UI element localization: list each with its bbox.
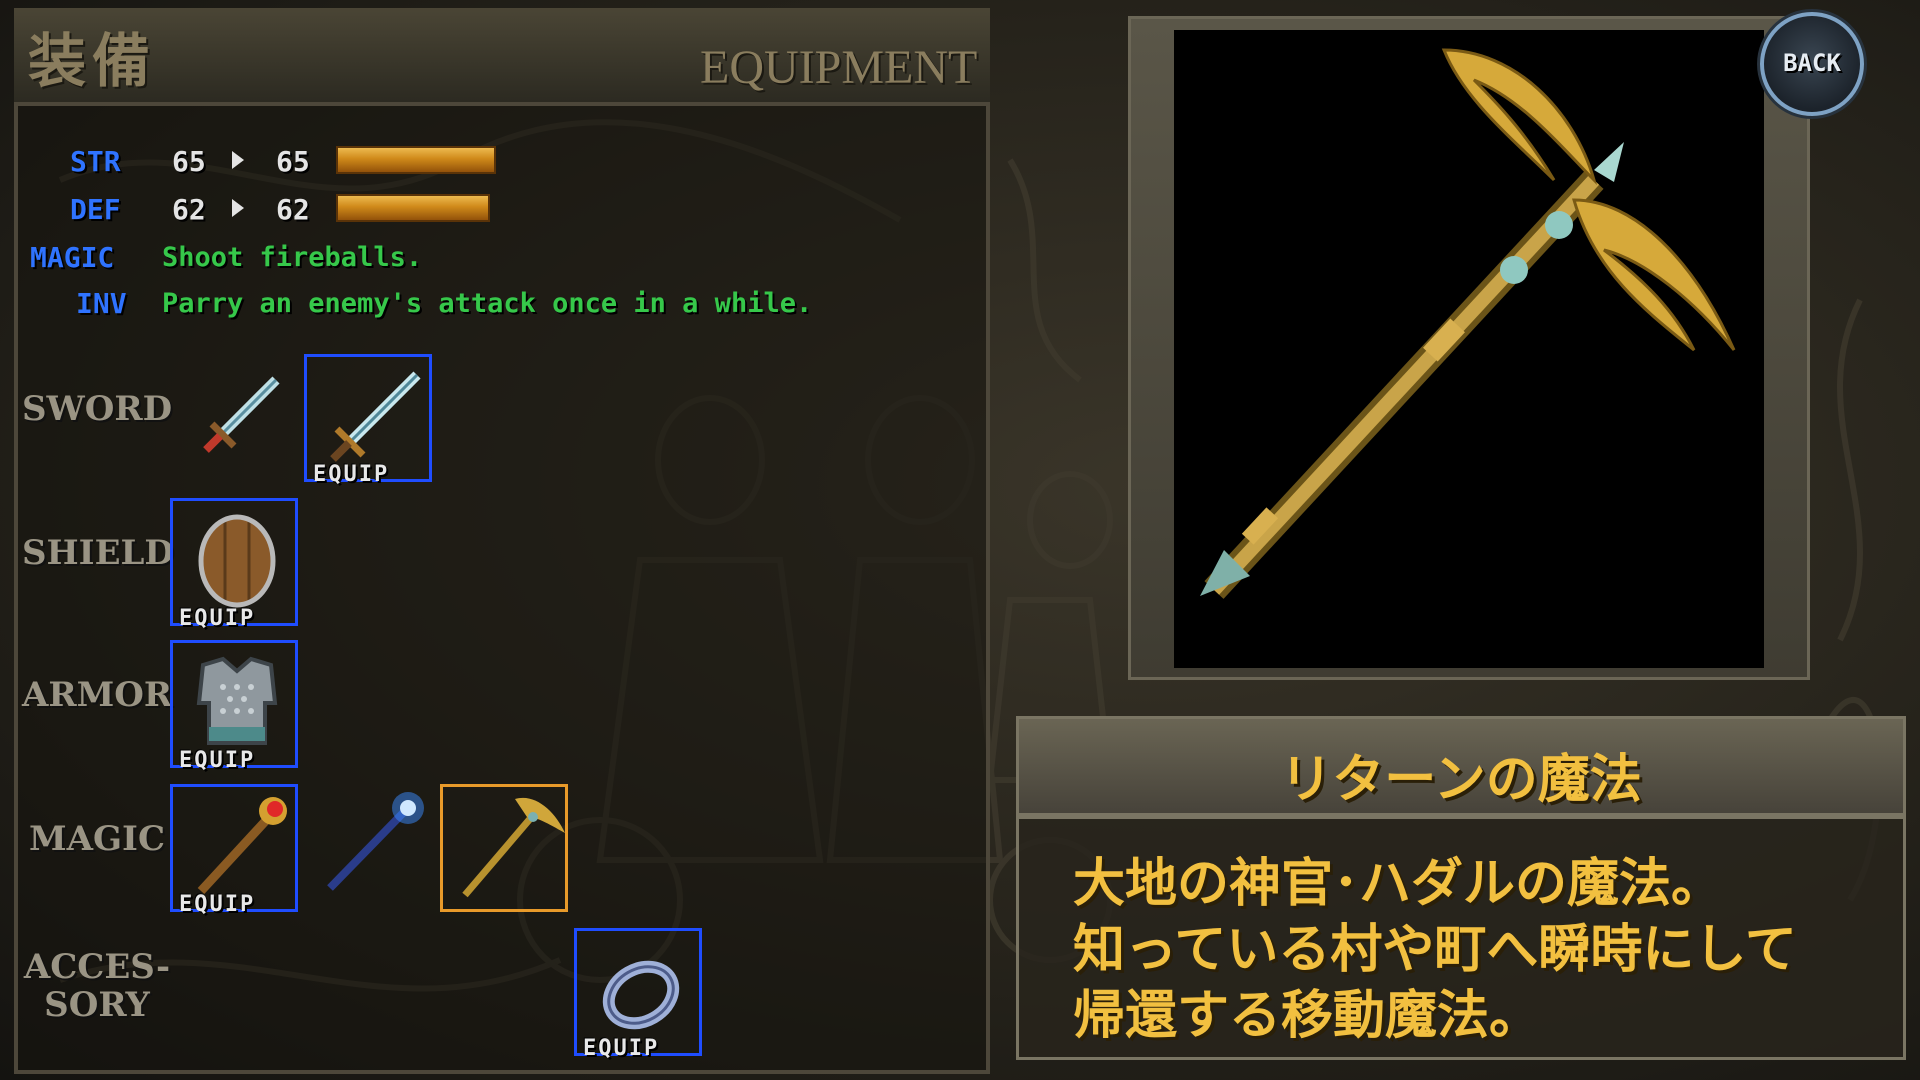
short-sword-icon: [203, 376, 280, 453]
inv-description: Parry an enemy's attack once in a while.: [162, 288, 813, 319]
category-sword: SWORD: [22, 389, 173, 429]
item-description-line: 大地の神官･ハダルの魔法。: [1073, 854, 1724, 914]
back-button[interactable]: BACK: [1760, 12, 1864, 116]
def-next: 62: [276, 193, 310, 226]
magic-label: MAGIC: [30, 241, 115, 274]
item-viewer: [1174, 30, 1764, 668]
str-next: 65: [276, 145, 310, 178]
wooden-shield-slot[interactable]: EQUIP: [170, 498, 298, 631]
category-accessory-line1: ACCES-: [23, 947, 171, 987]
chain-mail-slot[interactable]: EQUIP: [170, 640, 298, 773]
def-arrow-icon: [232, 199, 244, 217]
blue-crystal-rod-icon: [327, 792, 424, 891]
def-label: DEF: [70, 193, 121, 226]
item-name-bar: リターンの魔法: [1016, 716, 1906, 816]
equip-tag: EQUIP: [583, 1036, 660, 1061]
inv-label: INV: [76, 287, 127, 320]
magic-description: Shoot fireballs.: [162, 242, 423, 273]
item-description-box: 大地の神官･ハダルの魔法。 知っている村や町へ瞬時にして 帰還する移動魔法。: [1016, 816, 1906, 1060]
category-shield: SHIELD: [22, 533, 174, 573]
silver-ring-slot[interactable]: EQUIP: [574, 928, 702, 1061]
winged-staff-slot[interactable]: [440, 784, 568, 912]
equip-tag: EQUIP: [179, 748, 256, 773]
winged-staff-large-icon: [1200, 48, 1736, 599]
category-accessory-line2: SORY: [44, 985, 150, 1025]
long-sword-slot[interactable]: EQUIP: [304, 354, 432, 487]
page-title-en: EQUIPMENT: [700, 41, 978, 94]
def-current: 62: [172, 193, 206, 226]
str-arrow-icon: [232, 151, 244, 169]
str-bar: [336, 146, 496, 174]
category-armor: ARMOR: [22, 675, 173, 715]
equip-tag: EQUIP: [179, 892, 256, 917]
short-sword-slot[interactable]: [176, 354, 304, 482]
item-name: リターンの魔法: [1280, 750, 1642, 810]
str-current: 65: [172, 145, 206, 178]
fire-rod-slot[interactable]: EQUIP: [170, 784, 298, 917]
item-description-line: 知っている村や町へ瞬時にして: [1073, 920, 1797, 980]
category-magic: MAGIC: [28, 819, 166, 859]
category-accessory: ACCES- SORY: [22, 948, 172, 1024]
page-title-jp: 装備: [28, 27, 157, 95]
equip-tag: EQUIP: [179, 606, 256, 631]
winged-staff-icon: [462, 797, 565, 898]
blue-crystal-rod-slot[interactable]: [304, 784, 432, 912]
back-button-label: BACK: [1783, 49, 1841, 77]
item-description-line: 帰還する移動魔法。: [1073, 986, 1542, 1046]
equip-tag: EQUIP: [313, 462, 390, 487]
def-bar: [336, 194, 490, 222]
str-label: STR: [70, 145, 121, 178]
